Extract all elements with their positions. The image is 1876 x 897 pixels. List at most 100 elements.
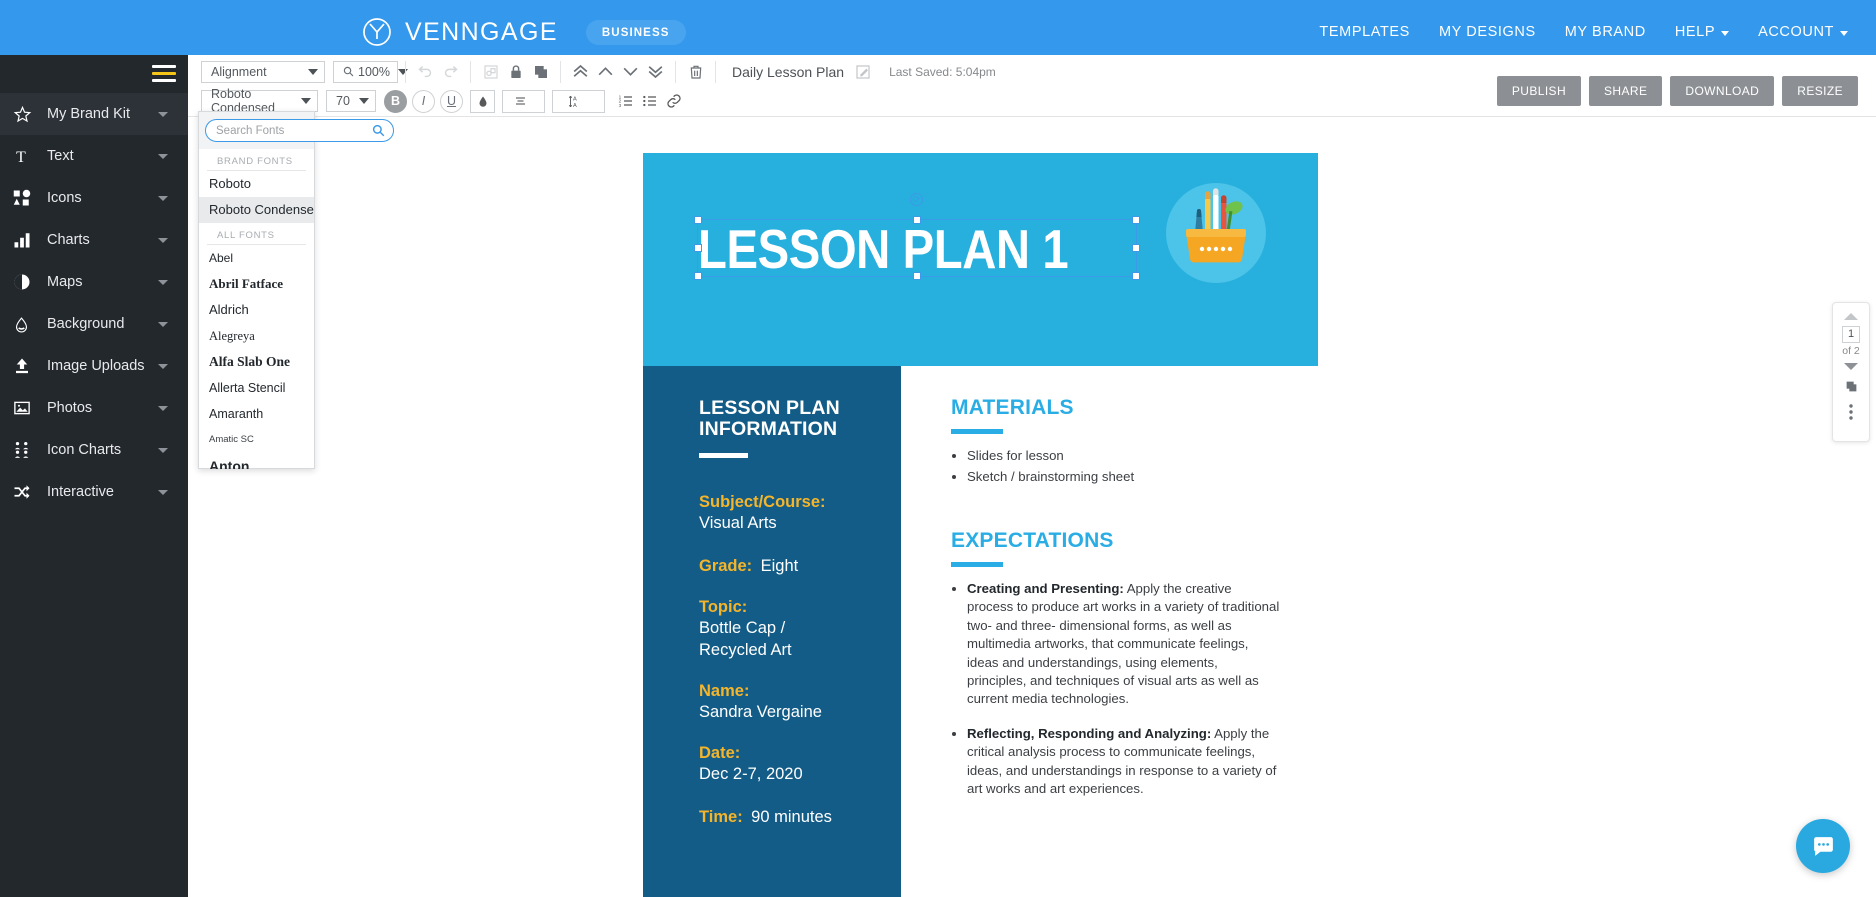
lesson-content-panel[interactable]: MATERIALS Slides for lesson Sketch / bra…	[901, 366, 1318, 897]
chevron-down-icon	[158, 154, 168, 159]
hero-banner[interactable]: LESSON PLAN 1 ⟳	[643, 153, 1318, 366]
text-color-icon[interactable]	[470, 89, 495, 113]
resize-button[interactable]: RESIZE	[1782, 76, 1858, 106]
font-dropdown-panel: BRAND FONTS Roboto Roboto Condensed ALL …	[198, 111, 394, 469]
font-item-allerta-stencil[interactable]: Allerta Stencil	[199, 375, 314, 401]
materials-heading: MATERIALS	[951, 396, 1074, 419]
shuffle-icon	[13, 480, 41, 504]
nav-my-brand[interactable]: MY BRAND	[1565, 24, 1646, 40]
hamburger-icon[interactable]	[152, 65, 176, 83]
field-grade-value: Eight	[760, 557, 799, 575]
font-size-select[interactable]: 70	[326, 90, 376, 112]
numbered-list-icon[interactable]: 123	[614, 90, 638, 112]
materials-list: Slides for lesson Sketch / brainstorming…	[951, 447, 1280, 486]
bulleted-list-icon[interactable]	[638, 90, 662, 112]
trash-icon[interactable]	[683, 60, 708, 84]
sidebar-item-maps[interactable]: Maps	[0, 261, 188, 303]
nav-my-designs[interactable]: MY DESIGNS	[1439, 24, 1536, 40]
resize-handle-tr[interactable]	[1132, 216, 1140, 224]
list-item[interactable]: Sketch / brainstorming sheet	[967, 468, 1280, 487]
alignment-select[interactable]: Alignment	[201, 60, 325, 83]
field-subject[interactable]: Subject/Course: Visual Arts	[699, 493, 901, 534]
share-button[interactable]: SHARE	[1589, 76, 1663, 106]
sidebar-item-icon-charts[interactable]: Icon Charts	[0, 429, 188, 471]
list-item[interactable]: Slides for lesson	[967, 447, 1280, 466]
duplicate-page-icon[interactable]	[1845, 380, 1858, 398]
font-item-aldrich[interactable]: Aldrich	[199, 297, 314, 323]
sidebar-item-photos[interactable]: Photos	[0, 387, 188, 429]
sidebar-label: Photos	[47, 400, 93, 416]
sidebar-item-interactive[interactable]: Interactive	[0, 471, 188, 513]
nav-help[interactable]: HELP	[1675, 24, 1730, 40]
field-grade[interactable]: Grade: Eight	[699, 555, 901, 577]
sidebar-item-text[interactable]: T Text	[0, 135, 188, 177]
font-item-amatic-sc[interactable]: Amatic SC	[199, 427, 314, 453]
bring-to-front-icon[interactable]	[568, 60, 593, 84]
send-to-back-icon[interactable]	[643, 60, 668, 84]
nav-account[interactable]: ACCOUNT	[1758, 24, 1848, 40]
font-item-abel[interactable]: Abel	[199, 245, 314, 271]
lock-icon[interactable]	[503, 60, 528, 84]
resize-handle-br[interactable]	[1132, 272, 1140, 280]
chevron-down-icon	[158, 448, 168, 453]
font-list[interactable]: BRAND FONTS Roboto Roboto Condensed ALL …	[199, 149, 314, 469]
font-item-amaranth[interactable]: Amaranth	[199, 401, 314, 427]
sidebar-item-icons[interactable]: Icons	[0, 177, 188, 219]
publish-button[interactable]: PUBLISH	[1496, 76, 1582, 106]
font-search-box[interactable]	[205, 119, 394, 142]
font-item-alegreya[interactable]: Alegreya	[199, 323, 314, 349]
field-date[interactable]: Date: Dec 2-7, 2020	[699, 744, 901, 785]
undo-icon[interactable]	[413, 60, 438, 84]
italic-button[interactable]: I	[412, 89, 435, 113]
expectations-heading: EXPECTATIONS	[951, 529, 1114, 552]
document-title[interactable]: Daily Lesson Plan	[732, 64, 844, 80]
duplicate-icon[interactable]	[528, 60, 553, 84]
redo-icon[interactable]	[438, 60, 463, 84]
font-item-roboto[interactable]: Roboto	[199, 171, 314, 197]
font-item-alfa-slab-one[interactable]: Alfa Slab One	[199, 349, 314, 375]
rename-icon[interactable]	[850, 60, 875, 84]
search-input[interactable]	[214, 123, 372, 138]
sidebar-item-charts[interactable]: Charts	[0, 219, 188, 261]
bring-forward-icon[interactable]	[593, 60, 618, 84]
link-icon[interactable]	[662, 90, 686, 112]
chevron-down-icon	[158, 364, 168, 369]
sidebar-item-background[interactable]: Background	[0, 303, 188, 345]
list-item[interactable]: Reflecting, Responding and Analyzing: Ap…	[967, 725, 1280, 799]
rotate-icon[interactable]: ⟳	[910, 193, 923, 206]
download-button[interactable]: DOWNLOAD	[1670, 76, 1775, 106]
underline-button[interactable]: U	[440, 89, 463, 113]
sidebar-item-my-brand-kit[interactable]: My Brand Kit	[0, 93, 188, 135]
crop-icon[interactable]	[478, 60, 503, 84]
line-height-select[interactable]: A A	[552, 89, 605, 113]
field-time[interactable]: Time: 90 minutes	[699, 806, 901, 828]
nav-templates[interactable]: TEMPLATES	[1319, 24, 1410, 40]
font-search-row	[199, 112, 394, 149]
list-item[interactable]: Creating and Presenting: Apply the creat…	[967, 580, 1280, 709]
field-topic[interactable]: Topic: Bottle Cap / Recycled Art	[699, 598, 901, 661]
page-number-input[interactable]: 1	[1842, 326, 1860, 343]
text-align-select[interactable]	[502, 89, 545, 113]
send-backward-icon[interactable]	[618, 60, 643, 84]
svg-text:T: T	[16, 149, 26, 166]
materials-section: MATERIALS Slides for lesson Sketch / bra…	[951, 396, 1280, 486]
font-item-abril-fatface[interactable]: Abril Fatface	[199, 271, 314, 297]
lesson-info-panel[interactable]: LESSON PLAN INFORMATION Subject/Course: …	[643, 366, 901, 897]
resize-handle-mr[interactable]	[1132, 244, 1140, 252]
design-page[interactable]: LESSON PLAN 1 ⟳ LESSON PLAN INFORMATION …	[643, 153, 1318, 897]
bold-button[interactable]: B	[384, 89, 407, 113]
font-family-select[interactable]: Roboto Condensed	[201, 87, 318, 115]
next-page-button[interactable]	[1844, 363, 1858, 370]
zoom-select[interactable]: 100%	[333, 60, 408, 83]
previous-page-button[interactable]	[1844, 313, 1858, 320]
more-options-icon[interactable]	[1849, 404, 1853, 420]
field-name-value: Sandra Vergaine	[699, 703, 822, 721]
chat-bubble-icon[interactable]	[1796, 819, 1850, 873]
font-item-roboto-condensed[interactable]: Roboto Condensed	[199, 197, 314, 223]
font-item-anton[interactable]: Anton	[199, 453, 314, 469]
canvas-area[interactable]: LESSON PLAN 1 ⟳ LESSON PLAN INFORMATION …	[188, 117, 1876, 897]
hero-title-text[interactable]: LESSON PLAN 1	[698, 217, 1069, 281]
field-name[interactable]: Name: Sandra Vergaine	[699, 682, 901, 723]
sidebar-item-image-uploads[interactable]: Image Uploads	[0, 345, 188, 387]
venngage-editor: VENNGAGE BUSINESS TEMPLATES MY DESIGNS M…	[0, 0, 1876, 897]
